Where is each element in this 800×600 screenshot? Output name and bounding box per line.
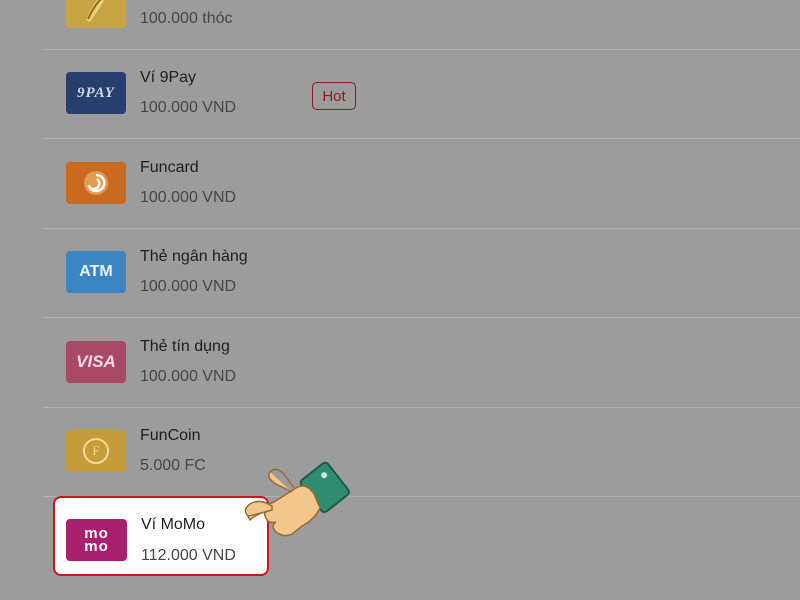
payment-option-funcoin[interactable]: F FunCoin 5.000 FC (44, 407, 800, 497)
atm-icon-text: ATM (79, 263, 113, 280)
payment-option-name: Thẻ tín dụng (140, 338, 230, 355)
atm-icon: ATM (66, 251, 126, 293)
payment-option-funcard[interactable]: Funcard 100.000 VND (44, 139, 800, 229)
payment-option-9pay[interactable]: 9PAY Ví 9Pay 100.000 VND Hot (44, 49, 800, 139)
payment-option-name: Thẻ ngân hàng (140, 248, 248, 265)
payment-method-list: 100.000 thóc 9PAY Ví 9Pay 100.000 VND Ho… (0, 0, 800, 600)
thoc-icon (66, 0, 126, 28)
payment-option-price: 100.000 VND (140, 189, 237, 206)
visa-icon: VISA (66, 341, 126, 383)
payment-option-price: 100.000 VND (140, 99, 237, 116)
funcoin-icon-text: F (92, 443, 100, 458)
ninepay-icon-text: 9PAY (77, 84, 115, 101)
visa-icon-text: VISA (76, 352, 116, 371)
hot-badge: Hot (312, 82, 356, 110)
funcard-icon (66, 162, 126, 204)
payment-option-bank-card[interactable]: ATM Thẻ ngân hàng 100.000 VND (44, 228, 800, 318)
payment-option-price: 100.000 VND (140, 278, 237, 295)
payment-option-thoc[interactable]: 100.000 thóc (44, 0, 800, 50)
payment-option-credit-card[interactable]: VISA Thẻ tín dụng 100.000 VND (44, 318, 800, 408)
payment-option-price: 112.000 VND (141, 547, 236, 564)
payment-option-price: 100.000 VND (140, 368, 237, 385)
payment-option-price: 5.000 FC (140, 457, 206, 474)
payment-option-name: Ví 9Pay (140, 69, 197, 86)
momo-icon: mo mo (66, 519, 127, 561)
funcoin-icon: F (66, 430, 126, 472)
coin-icon: F (83, 438, 109, 464)
momo-icon-text-bottom: mo (84, 538, 109, 555)
payment-option-name: FunCoin (140, 427, 201, 444)
ninepay-icon: 9PAY (66, 72, 126, 114)
pointing-hand-icon (244, 461, 350, 537)
payment-option-name: Ví MoMo (141, 516, 206, 533)
payment-option-price: 100.000 thóc (140, 10, 233, 27)
payment-option-name: Funcard (140, 159, 199, 176)
